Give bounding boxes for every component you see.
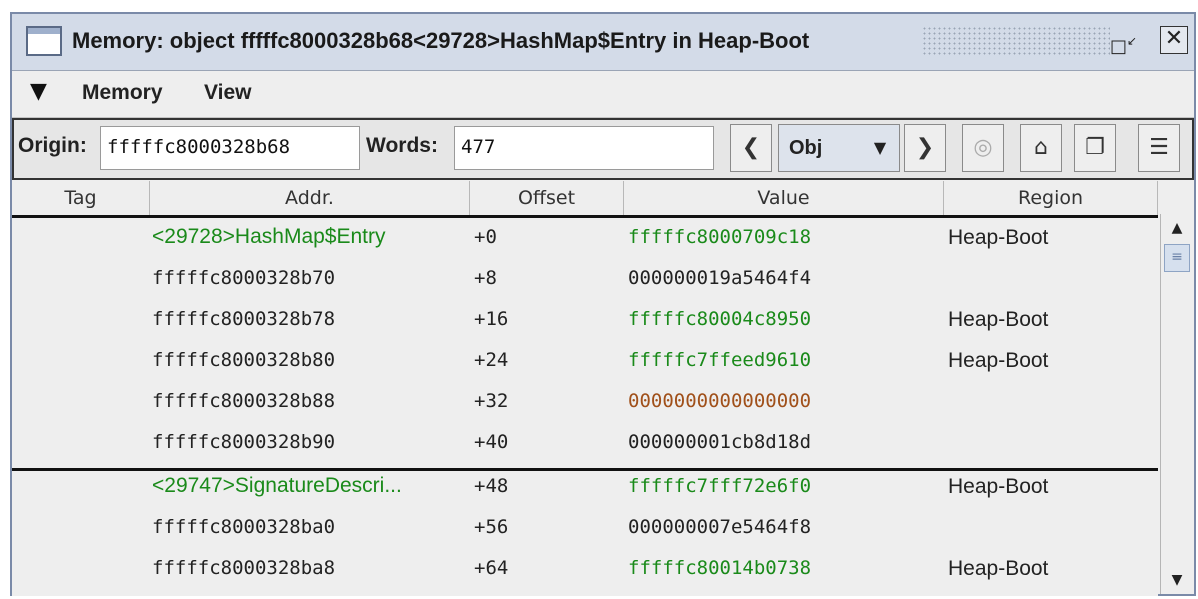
copy-icon[interactable]: ❐ [1074, 124, 1116, 172]
menu-view[interactable]: View [204, 81, 251, 105]
words-label: Words: [366, 134, 438, 157]
region-cell: Heap-Boot [948, 557, 1049, 580]
scroll-thumb[interactable]: ≡ [1164, 244, 1190, 272]
mode-select-value: Obj [789, 137, 823, 159]
memory-table: Tag Addr. Offset Value Region <29728>Has… [12, 181, 1158, 596]
close-icon[interactable]: ✕ [1160, 26, 1188, 54]
origin-label: Origin: [18, 134, 87, 157]
window-icon [26, 26, 62, 56]
menu-memory[interactable]: Memory [82, 81, 163, 105]
addr-cell: fffffc8000328b70 [152, 267, 336, 289]
offset-cell: +32 [474, 390, 509, 412]
previous-icon[interactable]: ❮ [730, 124, 772, 172]
region-cell: Heap-Boot [948, 226, 1049, 249]
table-row[interactable]: fffffc8000328b90 +40 000000001cb8d18d [12, 423, 1158, 464]
scroll-up-icon[interactable]: ▲ [1161, 214, 1193, 242]
table-row[interactable]: fffffc8000328ba8 +64 fffffc80014b0738 Heap-… [12, 549, 1158, 590]
menu-arrow-icon[interactable]: ▼ [30, 79, 47, 104]
next-icon[interactable]: ❯ [904, 124, 946, 172]
title-grip [922, 26, 1110, 56]
table-row[interactable]: <29728>HashMap$Entry +0 fffffc8000709c18 He… [12, 218, 1158, 259]
window-title: Memory: object fffffc8000328b68<29728>Ha… [72, 28, 810, 53]
table-row[interactable]: fffffc8000328b88 +32 0000000000000000 [12, 382, 1158, 423]
value-cell: 000000019a5464f4 [628, 267, 812, 289]
value-cell: fffffc7ffeed9610 [628, 349, 812, 371]
title-bar[interactable]: Memory: object fffffc8000328b68<29728>Ha… [12, 14, 1194, 71]
region-cell: Heap-Boot [948, 349, 1049, 372]
home-icon[interactable]: ⌂ [1020, 124, 1062, 172]
value-cell: fffffc80014b0738 [628, 557, 812, 579]
addr-cell: fffffc8000328b80 [152, 349, 336, 371]
find-icon[interactable]: ◎ [962, 124, 1004, 172]
offset-cell: +8 [474, 267, 497, 289]
offset-cell: +16 [474, 308, 509, 330]
memory-window: Memory: object fffffc8000328b68<29728>Ha… [10, 12, 1196, 596]
value-cell: fffffc7fff72e6f0 [628, 475, 812, 497]
scroll-down-icon[interactable]: ▼ [1161, 566, 1193, 594]
vertical-scrollbar[interactable]: ▲ ≡ ▼ [1160, 214, 1193, 594]
addr-cell: <29728>HashMap$Entry [152, 225, 386, 248]
value-cell: 0000000000000000 [628, 390, 812, 412]
offset-cell: +24 [474, 349, 509, 371]
table-row[interactable]: fffffc8000328b70 +8 000000019a5464f4 [12, 259, 1158, 300]
mode-select[interactable]: Obj ▼ [778, 124, 900, 172]
table-row[interactable]: fffffc8000328b80 +24 fffffc7ffeed9610 Heap-… [12, 341, 1158, 382]
addr-cell: fffffc8000328ba8 [152, 557, 336, 579]
object-separator [12, 468, 1158, 471]
addr-cell: fffffc8000328b90 [152, 431, 336, 453]
column-offset[interactable]: Offset [470, 181, 624, 215]
addr-cell: fffffc8000328ba0 [152, 516, 336, 538]
region-cell: Heap-Boot [948, 475, 1049, 498]
offset-cell: +48 [474, 475, 509, 497]
value-cell: 000000001cb8d18d [628, 431, 812, 453]
addr-cell: <29747>SignatureDescri... [152, 474, 402, 497]
offset-cell: +40 [474, 431, 509, 453]
addr-cell: fffffc8000328b88 [152, 390, 336, 412]
menu-bar: ▼ Memory View [12, 71, 1194, 118]
column-addr[interactable]: Addr. [150, 181, 470, 215]
offset-cell: +0 [474, 226, 497, 248]
column-value[interactable]: Value [624, 181, 944, 215]
chevron-down-icon[interactable]: ▼ [861, 125, 899, 171]
toolbar: Origin: fffffc8000328b68 Words: 477 ❮ Ob… [12, 118, 1194, 180]
table-row[interactable]: fffffc8000328b78 +16 fffffc80004c8950 Heap-… [12, 300, 1158, 341]
options-icon[interactable]: ☰ [1138, 124, 1180, 172]
words-input[interactable]: 477 [454, 126, 714, 170]
offset-cell: +64 [474, 557, 509, 579]
column-tag[interactable]: Tag [12, 181, 150, 215]
addr-cell: fffffc8000328b78 [152, 308, 336, 330]
region-cell: Heap-Boot [948, 308, 1049, 331]
offset-cell: +56 [474, 516, 509, 538]
column-region[interactable]: Region [944, 181, 1158, 215]
origin-input[interactable]: fffffc8000328b68 [100, 126, 360, 170]
table-row[interactable]: fffffc8000328ba0 +56 000000007e5464f8 [12, 508, 1158, 549]
table-header: Tag Addr. Offset Value Region [12, 181, 1158, 218]
value-cell: fffffc80004c8950 [628, 308, 812, 330]
restore-icon[interactable]: □↙ [1110, 28, 1137, 57]
value-cell: fffffc8000709c18 [628, 226, 812, 248]
table-row[interactable]: <29747>SignatureDescri... +48 fffffc7fff72… [12, 467, 1158, 508]
value-cell: 000000007e5464f8 [628, 516, 812, 538]
